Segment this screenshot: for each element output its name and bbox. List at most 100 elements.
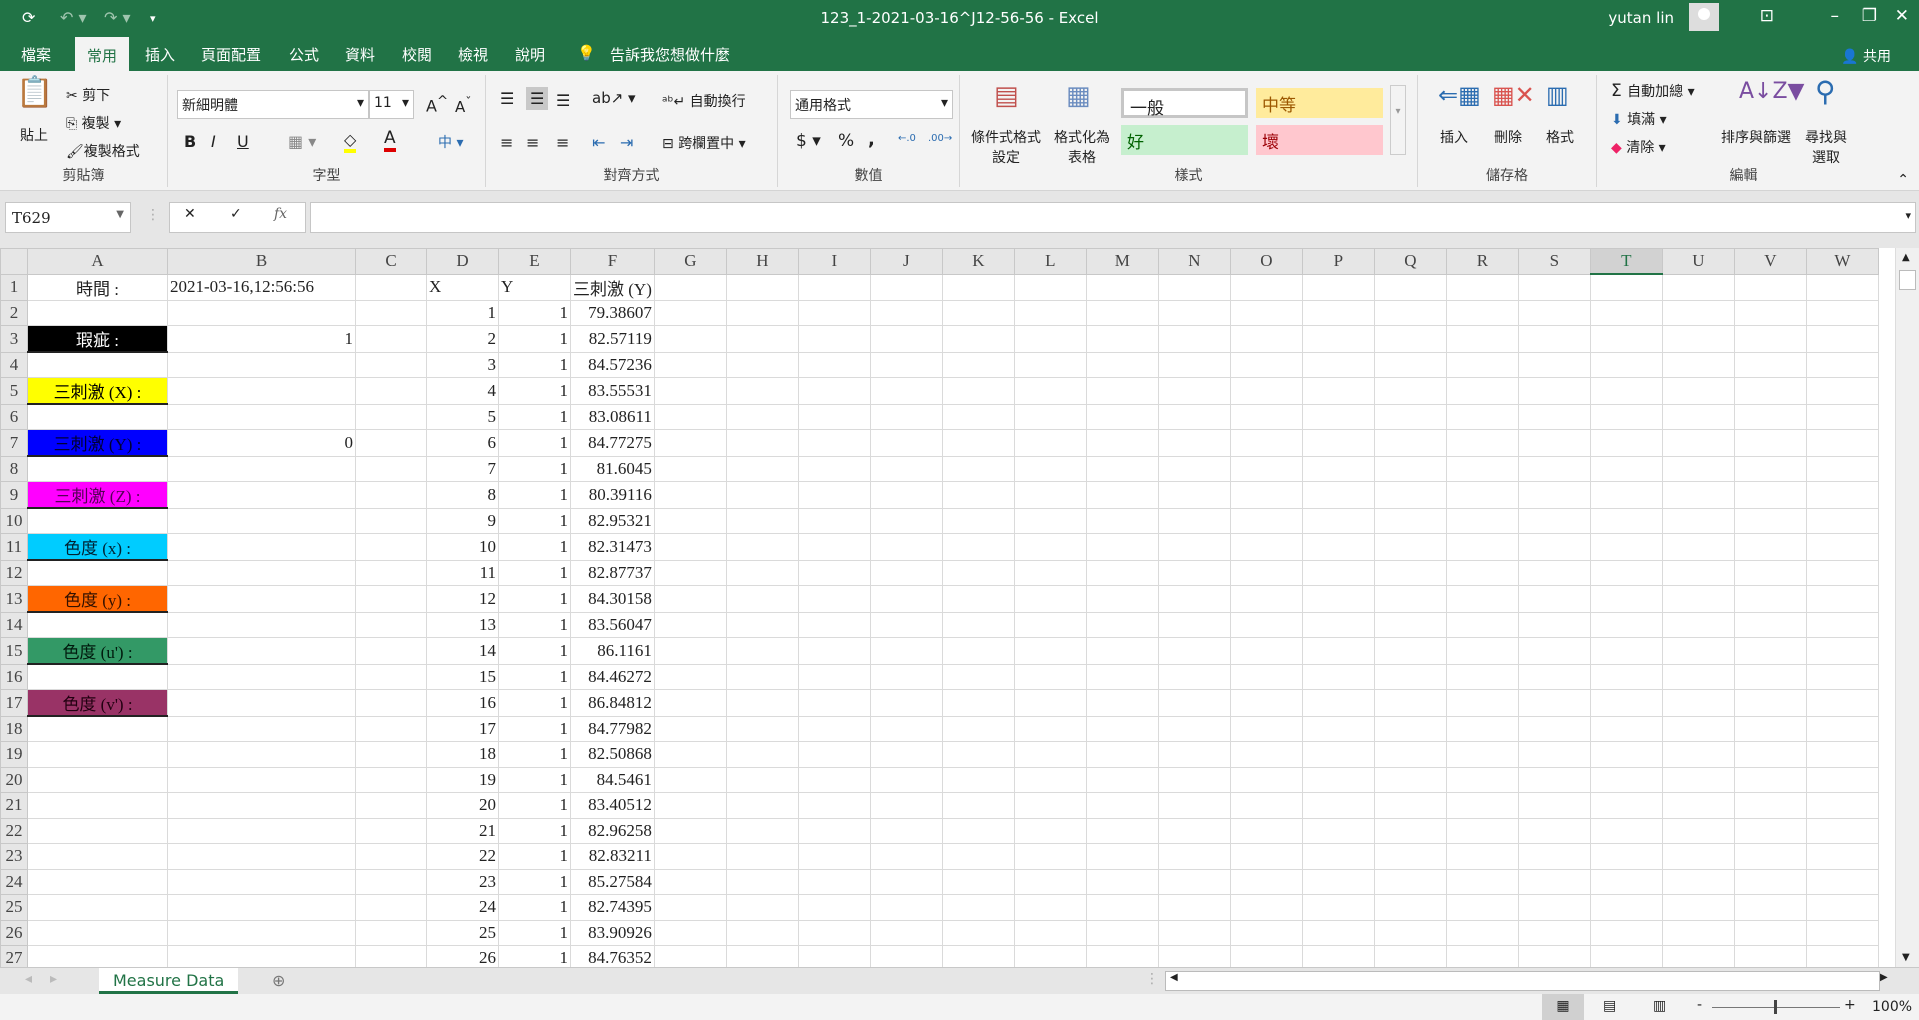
cell-K11[interactable] bbox=[941, 533, 1015, 561]
scroll-right-icon[interactable]: ▶ bbox=[1880, 972, 1888, 983]
cell-S22[interactable] bbox=[1517, 817, 1591, 844]
cell-E7[interactable]: 1 bbox=[498, 429, 571, 457]
cell-C22[interactable] bbox=[355, 817, 427, 844]
cell-J4[interactable] bbox=[869, 351, 943, 378]
cell-I20[interactable] bbox=[797, 766, 871, 793]
column-header-N[interactable]: N bbox=[1157, 248, 1231, 275]
cell-R14[interactable] bbox=[1445, 611, 1519, 638]
cell-C20[interactable] bbox=[355, 766, 427, 793]
column-header-D[interactable]: D bbox=[426, 248, 499, 275]
cell-N17[interactable] bbox=[1157, 689, 1231, 717]
cell-N10[interactable] bbox=[1157, 507, 1231, 534]
zoom-out-icon[interactable]: - bbox=[1697, 997, 1702, 1013]
cell-P21[interactable] bbox=[1301, 792, 1375, 819]
comma-button[interactable]: , bbox=[868, 129, 875, 150]
cell-O18[interactable] bbox=[1229, 715, 1303, 742]
cell-O25[interactable] bbox=[1229, 894, 1303, 921]
cell-G26[interactable] bbox=[653, 919, 727, 946]
column-header-C[interactable]: C bbox=[355, 248, 427, 275]
cell-J25[interactable] bbox=[869, 894, 943, 921]
cell-B7[interactable]: 0 bbox=[167, 429, 356, 457]
cell-V1[interactable] bbox=[1733, 273, 1807, 301]
cell-B22[interactable] bbox=[167, 817, 356, 844]
cell-P25[interactable] bbox=[1301, 894, 1375, 921]
cell-B26[interactable] bbox=[167, 919, 356, 946]
cell-B10[interactable] bbox=[167, 507, 356, 534]
cell-Q13[interactable] bbox=[1373, 585, 1447, 613]
tell-me-search[interactable]: 告訴我您想做什麼 bbox=[610, 44, 730, 65]
cell-H13[interactable] bbox=[725, 585, 799, 613]
split-handle-icon[interactable]: ⋮ bbox=[1145, 971, 1159, 987]
cell-U26[interactable] bbox=[1661, 919, 1735, 946]
cell-T14[interactable] bbox=[1589, 611, 1663, 638]
cell-Q23[interactable] bbox=[1373, 843, 1447, 870]
clear-button[interactable]: ◆ 清除 ▾ bbox=[1611, 137, 1666, 157]
cell-M3[interactable] bbox=[1085, 325, 1159, 353]
cell-V9[interactable] bbox=[1733, 481, 1807, 509]
font-color-icon[interactable]: A bbox=[384, 128, 396, 152]
column-header-H[interactable]: H bbox=[725, 248, 799, 275]
row-header[interactable]: 2 bbox=[0, 299, 28, 326]
cell-G16[interactable] bbox=[653, 663, 727, 690]
cell-F13[interactable]: 84.30158 bbox=[570, 585, 655, 613]
cell-S2[interactable] bbox=[1517, 299, 1591, 326]
cell-U25[interactable] bbox=[1661, 894, 1735, 921]
cell-S16[interactable] bbox=[1517, 663, 1591, 690]
cell-J24[interactable] bbox=[869, 868, 943, 895]
cell-E1[interactable]: Y bbox=[498, 273, 571, 301]
tab-help[interactable]: 說明 bbox=[515, 44, 545, 65]
add-sheet-icon[interactable]: ⊕ bbox=[272, 971, 285, 990]
enter-icon[interactable]: ✓ bbox=[230, 206, 242, 222]
row-header[interactable]: 12 bbox=[0, 559, 28, 586]
cell-O4[interactable] bbox=[1229, 351, 1303, 378]
cell-A2[interactable] bbox=[27, 299, 168, 326]
column-header-S[interactable]: S bbox=[1517, 248, 1591, 275]
row-header[interactable]: 23 bbox=[0, 843, 28, 870]
cell-S7[interactable] bbox=[1517, 429, 1591, 457]
cell-D19[interactable]: 18 bbox=[426, 741, 499, 768]
align-top-icon[interactable]: ☰ bbox=[500, 89, 514, 108]
cell-G5[interactable] bbox=[653, 377, 727, 405]
cell-B11[interactable] bbox=[167, 533, 356, 561]
cell-L10[interactable] bbox=[1013, 507, 1087, 534]
cell-R9[interactable] bbox=[1445, 481, 1519, 509]
tab-home[interactable]: 常用 bbox=[75, 37, 130, 71]
cell-J13[interactable] bbox=[869, 585, 943, 613]
cell-H3[interactable] bbox=[725, 325, 799, 353]
tab-review[interactable]: 校閱 bbox=[402, 44, 432, 65]
cell-F4[interactable]: 84.57236 bbox=[570, 351, 655, 378]
cell-B13[interactable] bbox=[167, 585, 356, 613]
cell-U15[interactable] bbox=[1661, 637, 1735, 665]
styles-gallery-scroll[interactable]: ▾ bbox=[1390, 85, 1406, 155]
cell-B2[interactable] bbox=[167, 299, 356, 326]
cell-P18[interactable] bbox=[1301, 715, 1375, 742]
vertical-scrollbar[interactable]: ▲ ▼ bbox=[1895, 248, 1919, 967]
cell-T3[interactable] bbox=[1589, 325, 1663, 353]
cell-D3[interactable]: 2 bbox=[426, 325, 499, 353]
cell-N2[interactable] bbox=[1157, 299, 1231, 326]
conditional-format-button[interactable]: 條件式格式設定 bbox=[970, 127, 1042, 167]
cell-A27[interactable] bbox=[27, 945, 168, 967]
row-header[interactable]: 11 bbox=[0, 533, 28, 561]
cell-M2[interactable] bbox=[1085, 299, 1159, 326]
format-cells-button[interactable]: 格式 bbox=[1546, 127, 1574, 147]
cell-K4[interactable] bbox=[941, 351, 1015, 378]
cell-A1[interactable]: 時間 : bbox=[27, 273, 168, 301]
cell-R24[interactable] bbox=[1445, 868, 1519, 895]
cell-D23[interactable]: 22 bbox=[426, 843, 499, 870]
cell-R13[interactable] bbox=[1445, 585, 1519, 613]
cell-J9[interactable] bbox=[869, 481, 943, 509]
cell-P27[interactable] bbox=[1301, 945, 1375, 967]
cell-W20[interactable] bbox=[1805, 766, 1879, 793]
cell-J18[interactable] bbox=[869, 715, 943, 742]
cell-R6[interactable] bbox=[1445, 403, 1519, 430]
cell-S27[interactable] bbox=[1517, 945, 1591, 967]
cell-J12[interactable] bbox=[869, 559, 943, 586]
cell-U2[interactable] bbox=[1661, 299, 1735, 326]
cell-K13[interactable] bbox=[941, 585, 1015, 613]
cell-S12[interactable] bbox=[1517, 559, 1591, 586]
cell-O6[interactable] bbox=[1229, 403, 1303, 430]
cell-P7[interactable] bbox=[1301, 429, 1375, 457]
cell-N3[interactable] bbox=[1157, 325, 1231, 353]
cell-D18[interactable]: 17 bbox=[426, 715, 499, 742]
